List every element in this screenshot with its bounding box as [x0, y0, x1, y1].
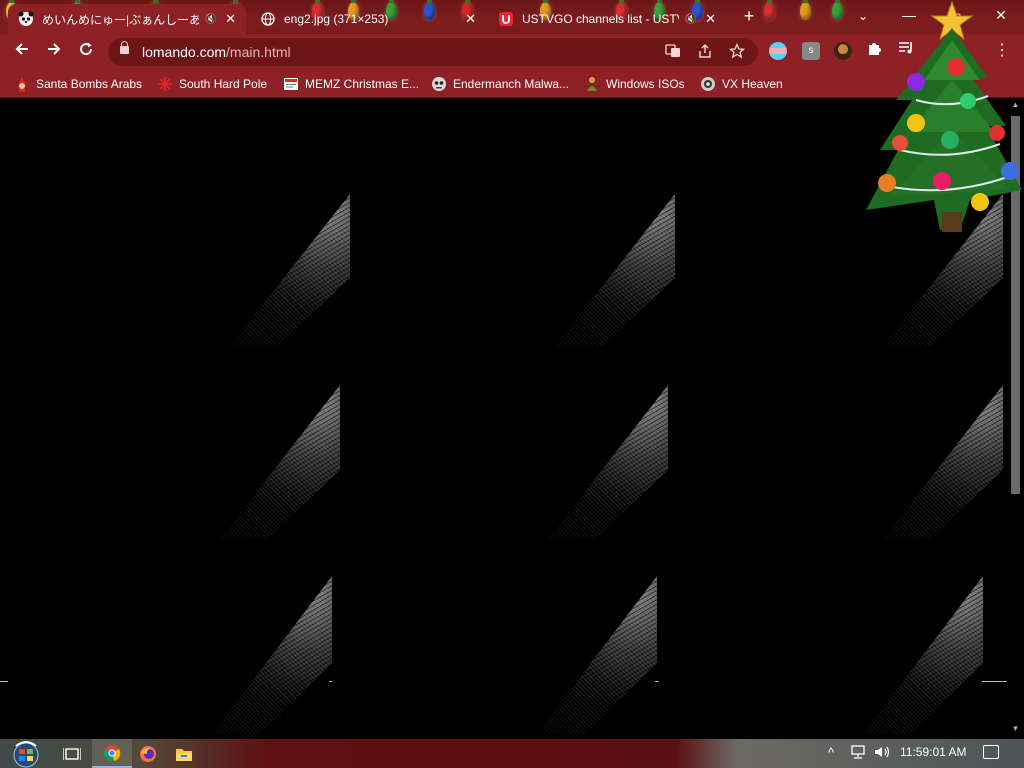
tab-title: eng2.jpg (371×253): [284, 12, 389, 26]
noise-shard-graphic: [220, 385, 340, 539]
close-tab-icon[interactable]: ✕: [465, 11, 476, 27]
christmas-tree-decoration: [866, 0, 1022, 232]
back-arrow-icon[interactable]: [8, 38, 36, 66]
tab-image[interactable]: eng2.jpg (371×253) ✕: [250, 4, 486, 34]
light-bulb-decoration: [832, 0, 843, 20]
start-button[interactable]: [6, 740, 46, 768]
url-host: lomando.com: [142, 44, 227, 60]
light-bulb-decoration: [764, 0, 775, 20]
reload-icon[interactable]: [72, 38, 100, 66]
taskbar-clock[interactable]: 11:59:01 AM: [900, 745, 967, 759]
noise-shard-graphic: [230, 194, 350, 346]
file-explorer-icon[interactable]: [164, 739, 204, 768]
santa-icon: [14, 76, 30, 92]
vx-heaven-icon: [700, 76, 716, 92]
noise-shard-graphic: [883, 385, 1003, 539]
light-bulb-decoration: [800, 0, 811, 20]
firefox-taskbar-icon[interactable]: [128, 739, 168, 768]
bookmark-windows-isos[interactable]: Windows ISOs: [584, 74, 685, 94]
translate-icon[interactable]: [664, 43, 682, 61]
forward-arrow-icon[interactable]: [40, 38, 68, 66]
bookmark-star-icon[interactable]: [728, 42, 746, 61]
bookmark-endermanch-malware[interactable]: Endermanch Malwa...: [431, 74, 569, 94]
bookmark-memz-christmas[interactable]: MEMZ Christmas E...: [283, 74, 419, 94]
divider-mark: [982, 681, 1007, 682]
bookmark-label: MEMZ Christmas E...: [305, 77, 420, 91]
divider-mark: [0, 681, 8, 682]
lock-icon[interactable]: [120, 41, 129, 54]
address-bar[interactable]: lomando.com/main.html: [108, 38, 758, 66]
close-tab-icon[interactable]: ✕: [225, 11, 236, 27]
globe-icon: [260, 11, 276, 27]
bookmark-label: South Hard Pole: [179, 77, 268, 91]
volume-icon[interactable]: [874, 745, 892, 762]
tab-title: USTVGO channels list - USTV: [522, 12, 679, 26]
ustvgo-logo-icon: [498, 11, 514, 27]
show-hidden-icons-chevron-icon[interactable]: ^: [828, 745, 834, 760]
tab-title: めいんめにゅー|ぶぁんしーあいらん: [42, 12, 199, 27]
scroll-down-arrow-icon[interactable]: ▼: [1011, 724, 1020, 734]
noise-shard-graphic: [212, 576, 332, 734]
bookmark-santa-bombs-arabs[interactable]: Santa Bombs Arabs: [14, 74, 142, 94]
close-tab-icon[interactable]: ✕: [705, 11, 716, 27]
bookmark-label: Santa Bombs Arabs: [36, 77, 143, 91]
muted-speaker-icon[interactable]: 🔇: [205, 14, 217, 25]
enderman-icon: [431, 76, 447, 92]
share-icon[interactable]: [696, 43, 714, 61]
noise-shard-graphic: [863, 576, 983, 734]
task-view-icon[interactable]: [52, 739, 92, 768]
tab-ustvgo[interactable]: USTVGO channels list - USTV 🔇 ✕: [488, 4, 726, 34]
divider-mark: [655, 681, 659, 682]
bookmark-south-hard-pole[interactable]: South Hard Pole: [157, 74, 267, 94]
bookmark-label: Endermanch Malwa...: [453, 77, 570, 91]
panda-avatar-icon: [18, 11, 34, 27]
tab-menu-page[interactable]: めいんめにゅー|ぶぁんしーあいらん 🔇 ✕: [8, 4, 246, 34]
muted-speaker-icon[interactable]: 🔇: [685, 14, 697, 25]
bookmark-vx-heaven[interactable]: VX Heaven: [700, 74, 783, 94]
noise-shard-graphic: [548, 385, 668, 539]
bookmark-label: Windows ISOs: [606, 77, 685, 91]
snowflake-icon: [157, 76, 173, 92]
bookmark-label: VX Heaven: [722, 77, 783, 91]
extension-avatar-icon[interactable]: [834, 42, 852, 60]
noise-shard-graphic: [555, 194, 675, 346]
extension-s-icon[interactable]: s: [802, 42, 820, 60]
action-center-icon[interactable]: [983, 745, 999, 759]
memz-icon: [283, 76, 299, 92]
extension-flag-icon[interactable]: [769, 42, 787, 60]
chrome-taskbar-icon[interactable]: [92, 739, 132, 768]
divider-mark: [329, 681, 332, 682]
taskbar: ^ 11:59:01 AM: [0, 739, 1024, 768]
url-path: /main.html: [226, 44, 291, 60]
network-icon[interactable]: [850, 745, 866, 762]
new-tab-button[interactable]: +: [738, 6, 760, 28]
windows-isos-icon: [584, 76, 600, 92]
url-text[interactable]: lomando.com/main.html: [142, 44, 291, 60]
page-content[interactable]: [0, 98, 1007, 739]
browser-window: めいんめにゅー|ぶぁんしーあいらん 🔇 ✕ eng2.jpg (371×253)…: [0, 0, 1024, 768]
noise-shard-graphic: [537, 576, 657, 734]
